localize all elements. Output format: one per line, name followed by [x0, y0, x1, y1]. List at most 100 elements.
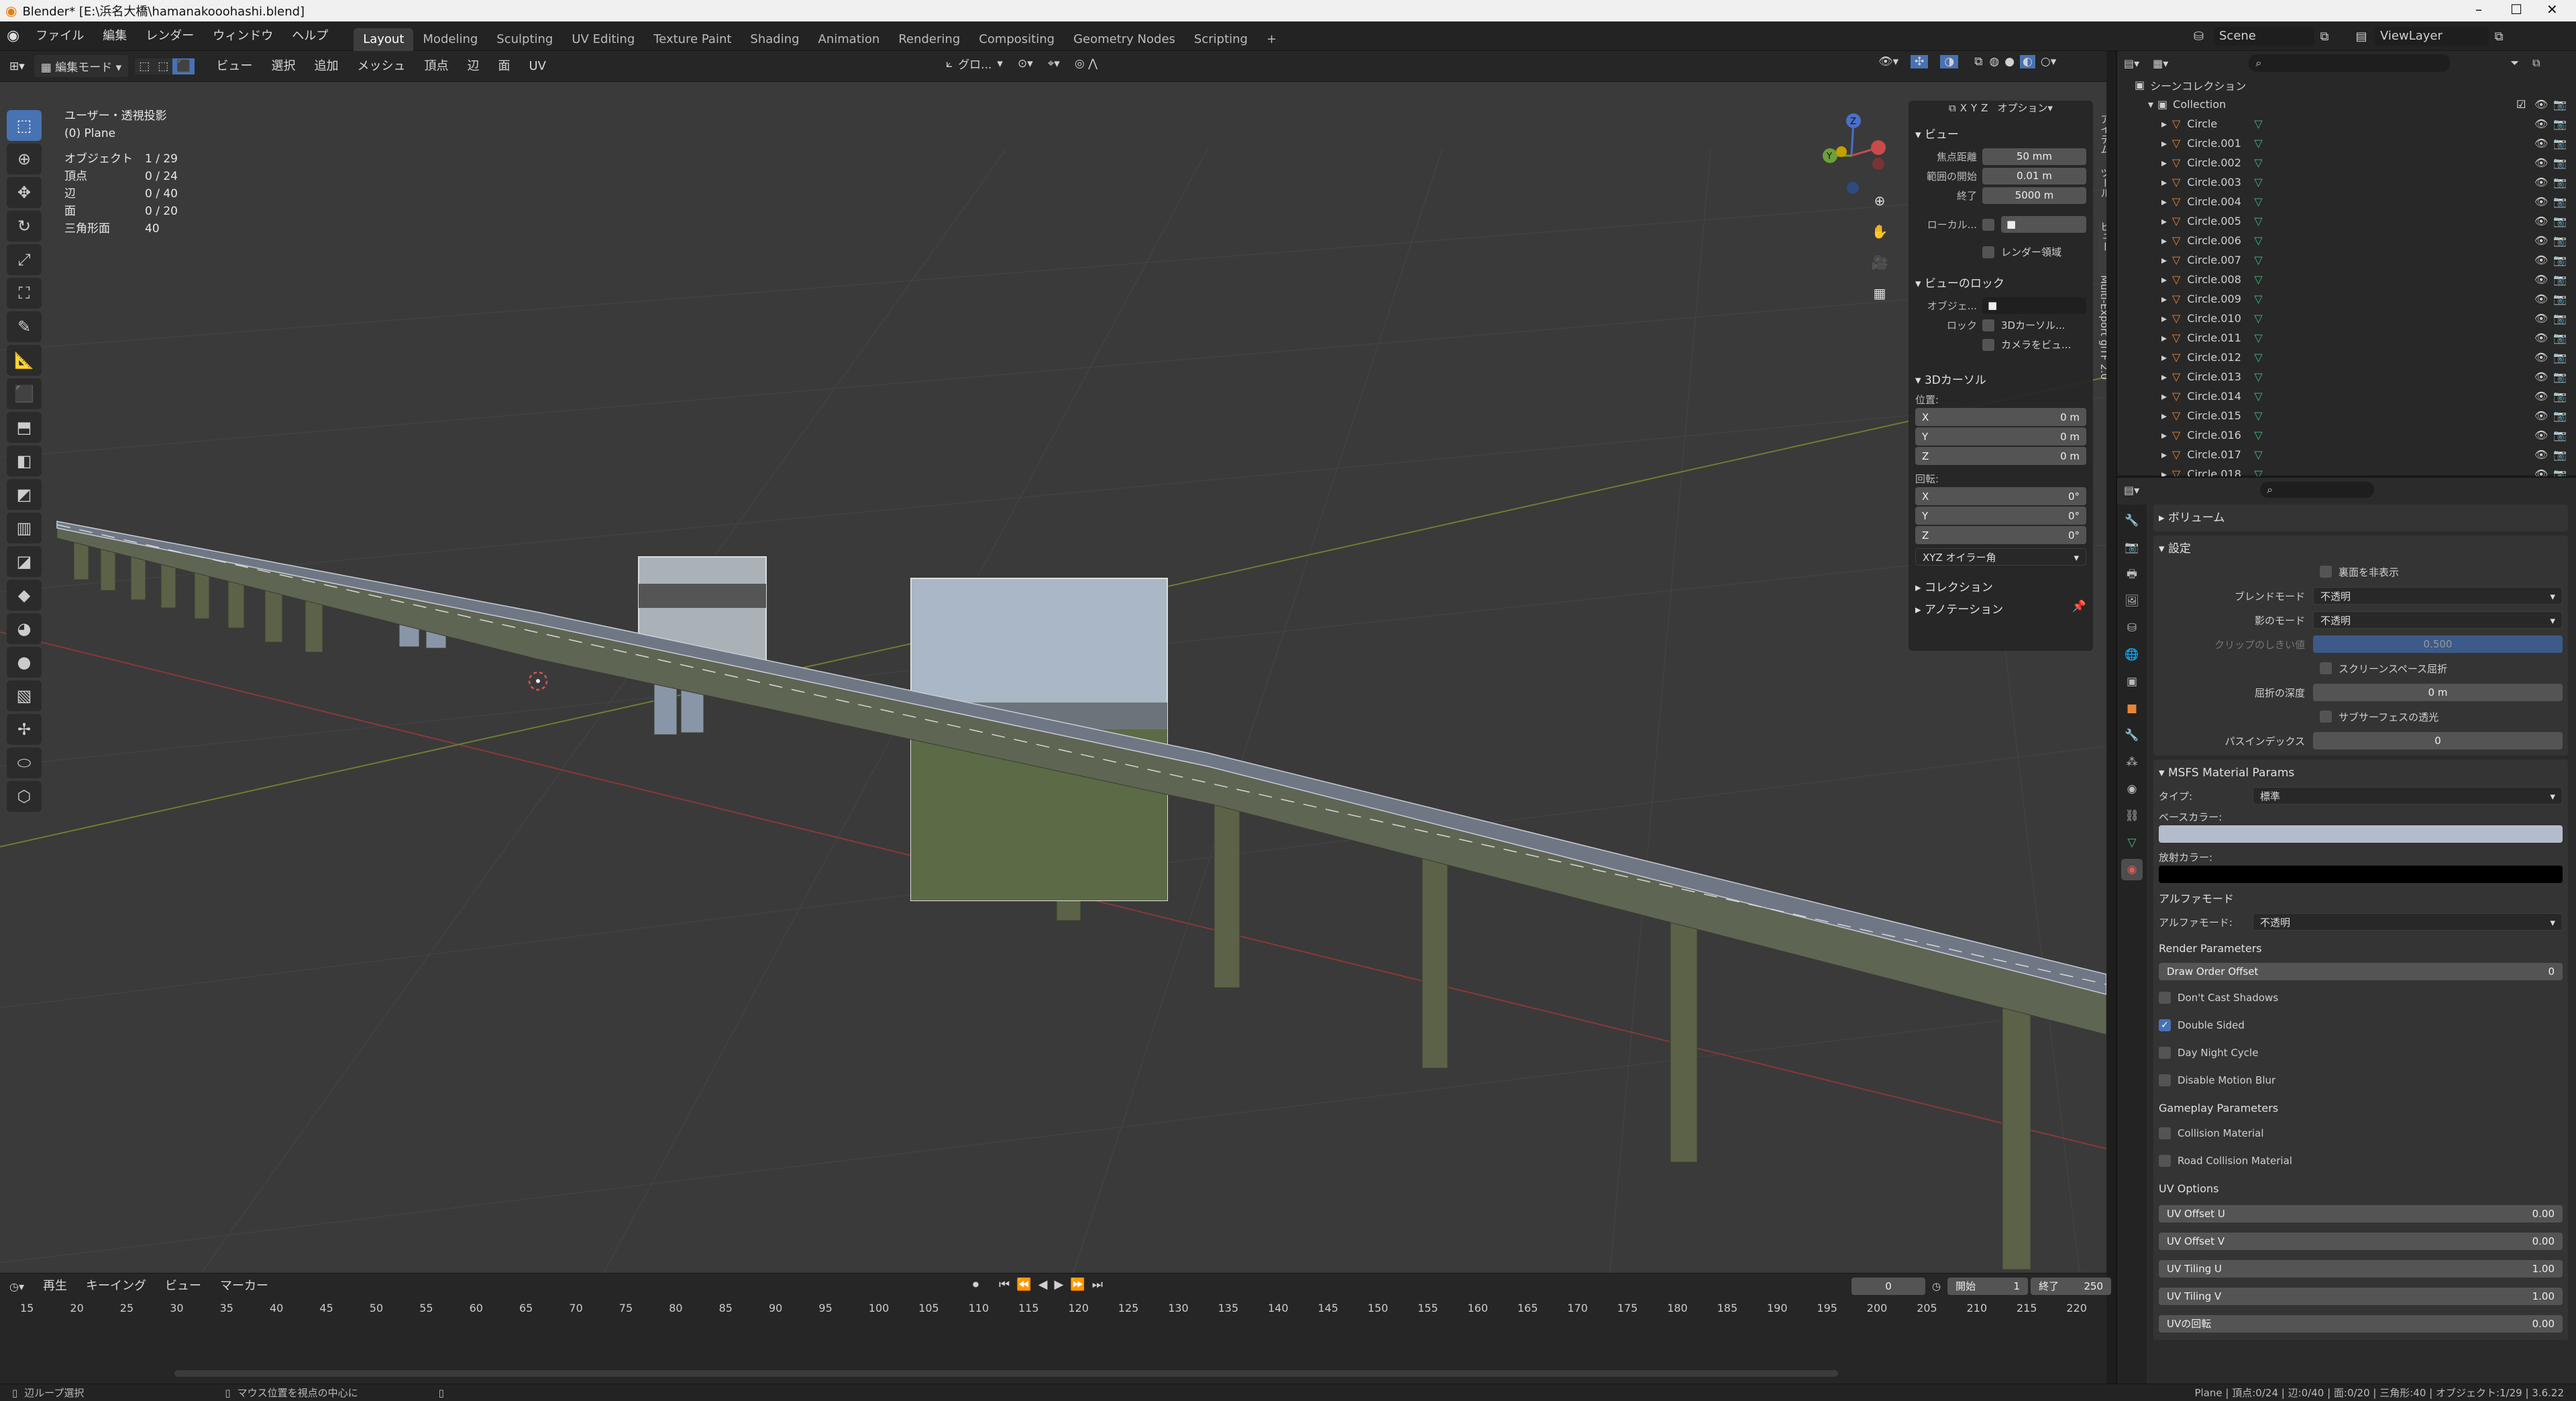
zoom-icon[interactable]: ⊕: [1868, 193, 1891, 215]
edge-select-icon[interactable]: ⬚: [154, 58, 173, 74]
visibility-icon[interactable]: 👁: [2534, 273, 2548, 286]
backface-culling-checkbox[interactable]: [2320, 566, 2332, 578]
uv-offset-v-field[interactable]: UV Offset V 0.00: [2159, 1232, 2563, 1250]
tab-shading[interactable]: Shading: [741, 28, 808, 51]
vp-menu-uv[interactable]: UV: [519, 52, 555, 81]
mesh-data-icon[interactable]: ▽: [2254, 429, 2262, 442]
visibility-icon[interactable]: 👁: [2534, 312, 2548, 325]
start-frame-field[interactable]: 開始 1: [1947, 1278, 2029, 1295]
axis-z-toggle[interactable]: Z: [1981, 102, 1988, 114]
render-camera-icon[interactable]: 📷: [2553, 195, 2567, 208]
chevron-right-icon[interactable]: ▸: [2161, 273, 2167, 286]
menu-edit[interactable]: 編集: [93, 21, 136, 51]
chevron-right-icon[interactable]: ▸: [2161, 234, 2167, 247]
uv-tiling-u-field[interactable]: UV Tiling U 1.00: [2159, 1259, 2563, 1278]
collection-row[interactable]: ▾ ▣ Collection ☑ 👁 📷: [2117, 95, 2576, 114]
clock-icon[interactable]: ◷: [1932, 1280, 1941, 1292]
tab-multi-export[interactable]: Multi-Export glTF 2.0: [2098, 275, 2106, 396]
cursor-location-y[interactable]: Y0 m: [1915, 427, 2086, 446]
draw-order-field[interactable]: Draw Order Offset 0: [2159, 963, 2563, 980]
mirror-icon[interactable]: ⧉: [1949, 102, 1956, 114]
chevron-right-icon[interactable]: ▸: [2161, 429, 2167, 442]
material-tab-icon[interactable]: ◉: [2121, 859, 2143, 880]
add-cube-icon[interactable]: ⬛: [7, 378, 42, 409]
bevel-icon[interactable]: ◩: [7, 479, 42, 510]
transform-orientation[interactable]: グロ...: [958, 55, 991, 72]
cursor-location-x[interactable]: X0 m: [1915, 408, 2086, 426]
face-select-icon[interactable]: ⬛: [172, 58, 195, 74]
chevron-right-icon[interactable]: ▸: [2161, 351, 2167, 364]
outliner-object-row[interactable]: ▸ ▽ Circle.004 ▽ 👁 📷: [2117, 192, 2576, 211]
navigation-gizmo[interactable]: Z Y: [1811, 109, 1892, 196]
menu-window[interactable]: ウィンドウ: [203, 21, 282, 51]
new-scene-icon[interactable]: ⧉: [2314, 30, 2334, 44]
axis-x-toggle[interactable]: X: [1960, 102, 1967, 114]
day-night-checkbox[interactable]: [2159, 1046, 2171, 1059]
visibility-icon[interactable]: 👁: [2534, 409, 2548, 422]
mesh-data-icon[interactable]: ▽: [2254, 137, 2262, 150]
mesh-data-icon[interactable]: ▽: [2254, 215, 2262, 227]
physics-tab-icon[interactable]: ◉: [2121, 778, 2143, 800]
tab-layout[interactable]: Layout: [354, 28, 414, 51]
modifier-tab-icon[interactable]: 🔧: [2121, 725, 2143, 746]
mesh-data-icon[interactable]: ▽: [2254, 195, 2262, 208]
vp-menu-view[interactable]: ビュー: [207, 52, 262, 81]
render-camera-icon[interactable]: 📷: [2553, 293, 2567, 305]
world-tab-icon[interactable]: 🌐: [2121, 644, 2143, 666]
chevron-right-icon[interactable]: ▸: [2161, 176, 2167, 189]
double-sided-checkbox[interactable]: ✓: [2159, 1019, 2171, 1031]
lock-object-field[interactable]: ■: [1982, 297, 2086, 314]
jump-start-icon[interactable]: ⏮: [999, 1278, 1010, 1292]
render-camera-icon[interactable]: 📷: [2553, 117, 2567, 130]
chevron-right-icon[interactable]: ▸: [2161, 293, 2167, 305]
view-layer-tab-icon[interactable]: 🖼: [2121, 590, 2143, 612]
outliner-object-row[interactable]: ▸ ▽ Circle.011 ▽ 👁 📷: [2117, 328, 2576, 348]
display-mode-icon[interactable]: ▦▾: [2153, 57, 2168, 70]
camera-view-icon[interactable]: 🎥: [1868, 254, 1891, 277]
shear-icon[interactable]: ⬭: [7, 747, 42, 778]
uv-rotation-field[interactable]: UVの回転 0.00: [2159, 1314, 2563, 1333]
visibility-icon[interactable]: 👁: [2534, 156, 2548, 169]
outliner-object-row[interactable]: ▸ ▽ Circle.014 ▽ 👁 📷: [2117, 386, 2576, 406]
gizmo-toggle-icon[interactable]: ✣: [1911, 55, 1929, 68]
outliner-object-row[interactable]: ▸ ▽ Circle ▽ 👁 📷: [2117, 114, 2576, 134]
chevron-right-icon[interactable]: ▸: [2161, 137, 2167, 150]
chevron-right-icon[interactable]: ▸: [2161, 156, 2167, 169]
mesh-data-icon[interactable]: ▽: [2254, 312, 2262, 325]
type-dropdown[interactable]: 標準 ▾: [2253, 787, 2563, 805]
visibility-icon[interactable]: 👁: [2534, 234, 2548, 247]
mesh-data-icon[interactable]: ▽: [2254, 234, 2262, 247]
tab-modeling[interactable]: Modeling: [413, 28, 487, 51]
maximize-button[interactable]: ☐: [2510, 1, 2522, 17]
outliner-editor-icon[interactable]: ▤▾: [2124, 57, 2139, 70]
uv-tiling-v-field[interactable]: UV Tiling V 1.00: [2159, 1287, 2563, 1305]
rotate-icon[interactable]: ↻: [7, 211, 42, 242]
blend-mode-dropdown[interactable]: 不透明 ▾: [2313, 587, 2563, 605]
frame-ruler[interactable]: 15 20 25 30 35 40 45 50 55 60 65 70 75 80 85 90 95 100 105…: [0, 1299, 2106, 1319]
visibility-icon[interactable]: 👁: [2534, 98, 2548, 111]
visibility-icon[interactable]: 👁: [2534, 254, 2548, 266]
outliner-object-row[interactable]: ▸ ▽ Circle.002 ▽ 👁 📷: [2117, 153, 2576, 172]
axis-gizmo-icon[interactable]: Z Y: [1811, 109, 1892, 196]
base-color-swatch[interactable]: [2159, 825, 2563, 843]
constraints-tab-icon[interactable]: ⛓: [2121, 805, 2143, 827]
vp-menu-edge[interactable]: 辺: [458, 52, 488, 81]
msfs-header[interactable]: ▾ MSFS Material Params: [2159, 762, 2563, 784]
sss-translucency-checkbox[interactable]: [2320, 711, 2332, 723]
solid-shading-icon[interactable]: ●: [2004, 55, 2015, 68]
chevron-right-icon[interactable]: ▸: [2161, 370, 2167, 383]
end-frame-field[interactable]: 終了 250: [2031, 1278, 2112, 1295]
move-icon[interactable]: ✥: [7, 177, 42, 208]
edge-slide-icon[interactable]: ▧: [7, 680, 42, 711]
vp-menu-add[interactable]: 追加: [305, 52, 347, 81]
include-checkbox[interactable]: ☑: [2516, 98, 2526, 111]
timeline-menu-view[interactable]: ビュー: [156, 1274, 211, 1299]
rotation-mode-dropdown[interactable]: XYZ オイラー角 ▾: [1915, 548, 2086, 566]
menu-file[interactable]: ファイル: [26, 21, 93, 51]
outliner-object-row[interactable]: ▸ ▽ Circle.005 ▽ 👁 📷: [2117, 211, 2576, 231]
new-viewlayer-icon[interactable]: ⧉: [2489, 30, 2509, 44]
render-camera-icon[interactable]: 📷: [2553, 254, 2567, 266]
render-camera-icon[interactable]: 📷: [2553, 273, 2567, 286]
render-camera-icon[interactable]: 📷: [2553, 390, 2567, 403]
mode-dropdown[interactable]: ▦ 編集モード ▾: [34, 55, 129, 77]
